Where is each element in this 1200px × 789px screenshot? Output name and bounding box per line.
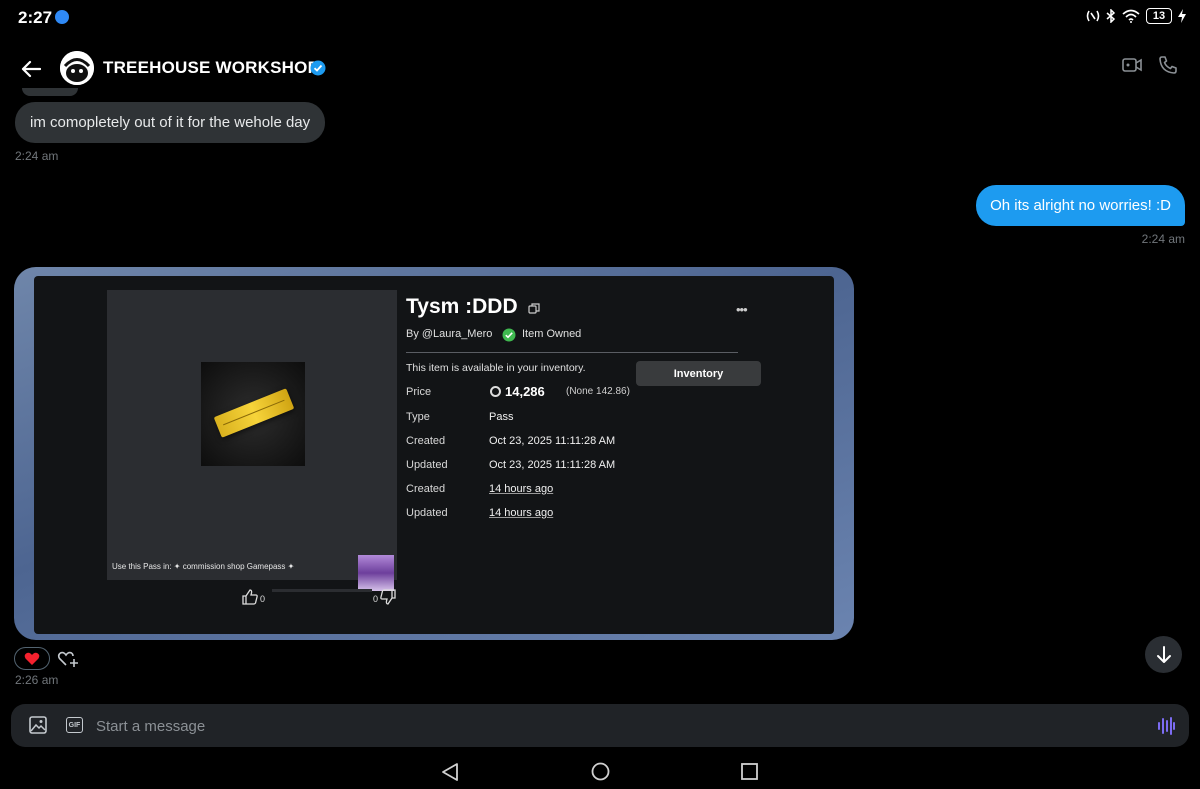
conversation-title[interactable]: TREEHOUSE WORKSHOP [103, 58, 319, 78]
availability-text: This item is available in your inventory… [406, 362, 586, 374]
vote-ratio-bar [272, 589, 372, 592]
nav-back-button[interactable] [441, 762, 459, 787]
detail-value-created-relative: 14 hours ago [489, 483, 554, 495]
detail-label-updated-relative: Updated [406, 507, 448, 519]
status-time: 2:27 [18, 8, 53, 27]
system-navigation-bar [0, 752, 1200, 789]
pass-caption: Use this Pass in: ✦ commission shop Game… [112, 562, 295, 571]
item-title: Tysm :DDD [406, 295, 518, 318]
video-call-button[interactable] [1122, 56, 1142, 79]
pass-thumbnail-panel: Use this Pass in: ✦ commission shop Game… [107, 290, 397, 591]
wifi-icon [1122, 9, 1140, 23]
nav-recents-button[interactable] [741, 763, 758, 785]
thumbs-up-icon [242, 589, 258, 605]
avatar-image-icon [60, 51, 94, 85]
pass-thumbnail [201, 362, 305, 466]
heart-icon [24, 652, 40, 665]
back-button[interactable] [16, 54, 46, 84]
avatar[interactable] [60, 51, 94, 85]
creator-avatar [358, 555, 394, 591]
thumbs-down-icon [380, 589, 396, 605]
previous-message-stub [22, 88, 78, 96]
price-note: (None 142.86) [566, 386, 630, 397]
nav-home-button[interactable] [591, 762, 610, 786]
item-creator: By @Laura_Mero [406, 328, 493, 340]
scroll-to-bottom-button[interactable] [1145, 636, 1182, 673]
add-reaction-button[interactable] [57, 648, 79, 673]
divider [406, 352, 738, 353]
heart-reaction[interactable] [14, 647, 50, 670]
voice-waveform-icon [1158, 717, 1175, 735]
check-circle-icon [502, 328, 516, 342]
gamepass-screenshot: Use this Pass in: ✦ commission shop Game… [34, 276, 834, 634]
phone-icon [1159, 56, 1177, 74]
detail-value-created: Oct 23, 2025 11:11:28 AM [489, 435, 616, 447]
status-icons: 13 [1086, 8, 1186, 24]
circle-home-icon [591, 762, 610, 781]
message-timestamp: 2:26 am [15, 673, 59, 687]
square-recents-icon [741, 763, 758, 780]
gif-button[interactable]: GIF [66, 717, 83, 733]
like-count: 0 [260, 594, 266, 604]
message-timestamp: 2:24 am [1141, 232, 1185, 246]
dislike-count: 0 [373, 594, 379, 604]
media-button[interactable] [29, 716, 47, 739]
detail-label-price: Price [406, 386, 432, 398]
more-options-icon: ••• [736, 302, 748, 317]
status-bar: 2:27 13 [0, 0, 1200, 34]
inventory-button: Inventory [636, 361, 761, 386]
message-input[interactable] [96, 712, 1136, 740]
detail-label-created-relative: Created [406, 483, 446, 495]
verified-badge-icon [310, 60, 326, 76]
heart-plus-icon [57, 651, 78, 667]
voice-message-button[interactable] [1157, 716, 1175, 741]
outgoing-message[interactable]: Oh its alright no worries! :D [976, 185, 1185, 226]
charging-icon [1178, 9, 1186, 23]
message-composer: GIF [11, 704, 1189, 747]
copy-icon [528, 303, 540, 314]
shared-image-message[interactable]: Use this Pass in: ✦ commission shop Game… [14, 267, 854, 640]
detail-label-updated: Updated [406, 459, 448, 471]
nfc-icon [1086, 10, 1100, 22]
detail-value-type: Pass [489, 411, 514, 423]
robux-icon [490, 386, 501, 397]
voice-call-button[interactable] [1158, 55, 1178, 80]
video-camera-icon [1122, 58, 1142, 72]
battery-indicator: 13 [1146, 8, 1172, 24]
ticket-icon [213, 388, 295, 438]
detail-label-created: Created [406, 435, 446, 447]
price-value: 14,286 [505, 384, 545, 399]
messenger-notification-icon [55, 10, 69, 24]
item-owned-label: Item Owned [522, 328, 582, 340]
detail-label-type: Type [406, 411, 430, 423]
detail-value-updated: Oct 23, 2025 11:11:28 AM [489, 459, 616, 471]
bluetooth-icon [1106, 9, 1116, 23]
arrow-left-icon [21, 60, 41, 78]
message-timestamp: 2:24 am [15, 149, 59, 163]
triangle-back-icon [442, 763, 458, 781]
conversation-header: TREEHOUSE WORKSHOP [0, 40, 1200, 96]
arrow-down-icon [1156, 645, 1171, 663]
detail-value-updated-relative: 14 hours ago [489, 507, 554, 519]
image-icon [29, 716, 47, 734]
incoming-message[interactable]: im comopletely out of it for the wehole … [15, 102, 326, 143]
